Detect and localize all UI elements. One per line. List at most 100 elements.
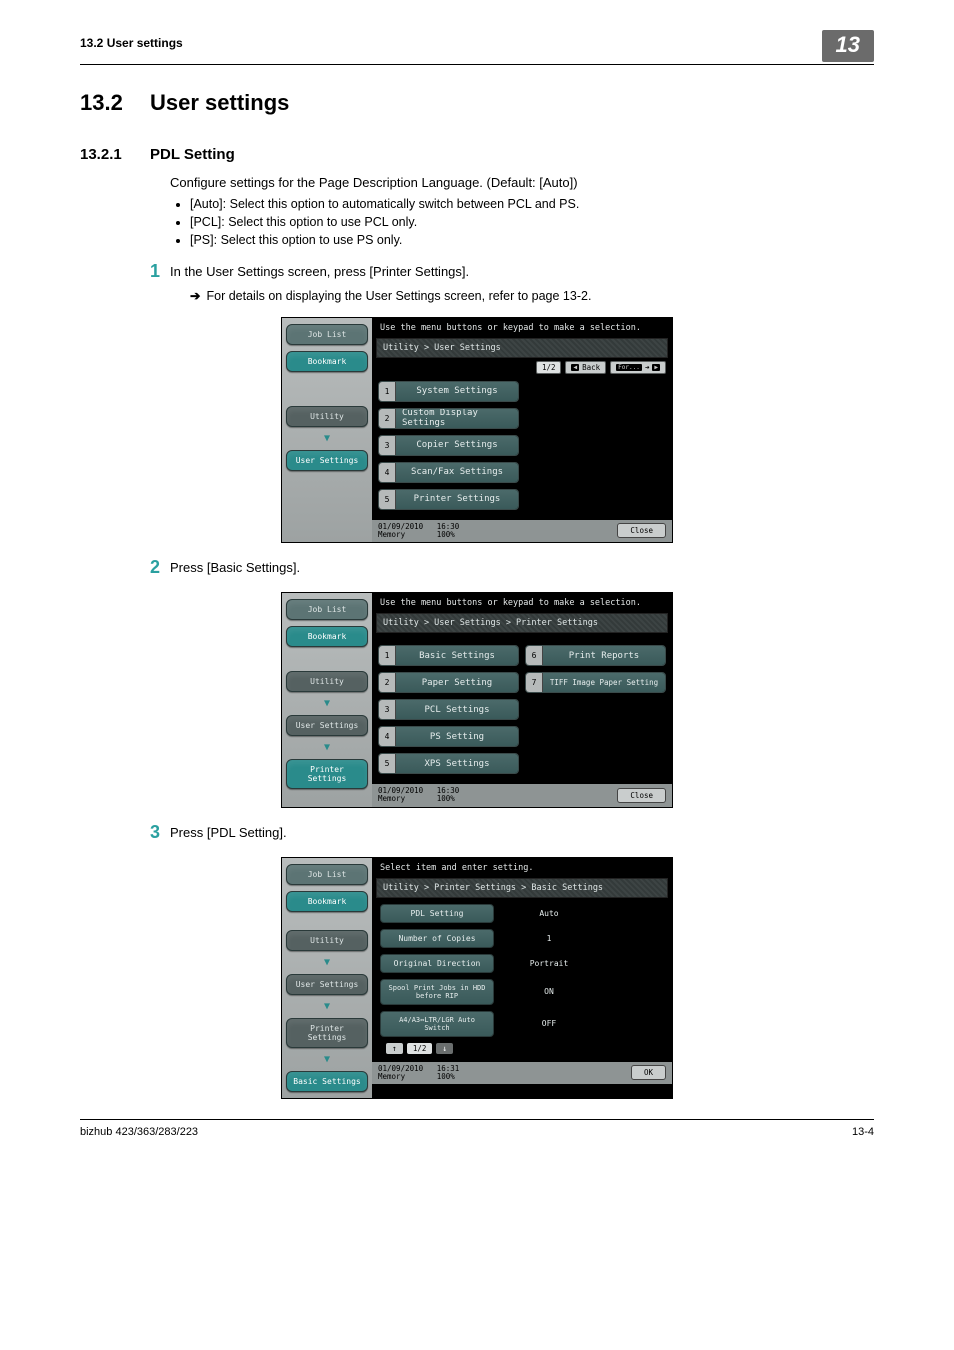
menu-item-tiff-paper[interactable]: 7TIFF Image Paper Setting <box>525 672 666 693</box>
page-down-button[interactable]: ↓ <box>436 1043 453 1054</box>
step: 1 In the User Settings screen, press [Pr… <box>80 261 874 282</box>
chevron-down-icon: ▼ <box>286 698 368 709</box>
bookmark-button[interactable]: Bookmark <box>286 351 368 372</box>
section-number: 13.2 <box>80 90 150 116</box>
status-mem-value: 100% <box>437 1072 455 1081</box>
device-screenshot-2: Job List Bookmark Utility ▼ User Setting… <box>281 592 673 808</box>
setting-row-spool[interactable]: Spool Print Jobs in HDD before RIPON <box>380 979 664 1005</box>
menu-item-xps-settings[interactable]: 5XPS Settings <box>378 753 519 774</box>
setting-row-direction[interactable]: Original DirectionPortrait <box>380 954 664 973</box>
subsection-number: 13.2.1 <box>80 146 150 163</box>
bullet-item: [PS]: Select this option to use PS only. <box>190 233 874 247</box>
status-mem-label: Memory <box>378 530 405 539</box>
bullet-list: [Auto]: Select this option to automatica… <box>190 197 874 247</box>
instruction-text: Use the menu buttons or keypad to make a… <box>372 318 672 336</box>
user-settings-crumb[interactable]: User Settings <box>286 974 368 995</box>
chevron-down-icon: ▼ <box>286 742 368 753</box>
breadcrumb: Utility > User Settings <box>376 338 668 358</box>
menu-item-custom-display[interactable]: 2Custom Display Settings <box>378 408 519 429</box>
page-indicator: 1/2 <box>407 1043 433 1054</box>
page-footer: bizhub 423/363/283/223 13-4 <box>80 1119 874 1138</box>
utility-crumb[interactable]: Utility <box>286 930 368 951</box>
page-nav: ↑ 1/2 ↓ <box>380 1043 664 1054</box>
status-mem-value: 100% <box>437 794 455 803</box>
user-settings-crumb[interactable]: User Settings <box>286 450 368 471</box>
running-header: 13.2 User settings 13 <box>80 30 874 65</box>
menu-item-printer-settings[interactable]: 5Printer Settings <box>378 489 519 510</box>
main-area: Use the menu buttons or keypad to make a… <box>372 593 672 807</box>
forward-button[interactable]: For...➜▶ <box>610 361 666 374</box>
subsection-title: PDL Setting <box>150 146 235 163</box>
utility-crumb[interactable]: Utility <box>286 671 368 692</box>
device-screenshot-1: Job List Bookmark Utility ▼ User Setting… <box>281 317 673 544</box>
side-column: Job List Bookmark Utility ▼ User Setting… <box>282 318 372 543</box>
step-text: Press [Basic Settings]. <box>170 557 300 575</box>
status-mem-label: Memory <box>378 1072 405 1081</box>
setting-row-autoswitch[interactable]: A4/A3⇔LTR/LGR Auto SwitchOFF <box>380 1011 664 1037</box>
menu-item-ps-setting[interactable]: 4PS Setting <box>378 726 519 747</box>
bookmark-button[interactable]: Bookmark <box>286 626 368 647</box>
status-bar: 01/09/2010 16:31 Memory 100% OK <box>372 1062 672 1085</box>
step-number: 2 <box>80 557 170 578</box>
chevron-down-icon: ▼ <box>286 1054 368 1065</box>
step-number: 3 <box>80 822 170 843</box>
subsection-heading: 13.2.1PDL Setting <box>80 146 874 163</box>
job-list-button[interactable]: Job List <box>286 599 368 620</box>
bullet-item: [PCL]: Select this option to use PCL onl… <box>190 215 874 229</box>
footer-page: 13-4 <box>852 1126 874 1138</box>
status-mem-label: Memory <box>378 794 405 803</box>
instruction-text: Use the menu buttons or keypad to make a… <box>372 593 672 611</box>
breadcrumb: Utility > User Settings > Printer Settin… <box>376 613 668 633</box>
chevron-down-icon: ▼ <box>286 1001 368 1012</box>
device-screenshot-3: Job List Bookmark Utility ▼ User Setting… <box>281 857 673 1099</box>
chevron-down-icon: ▼ <box>286 957 368 968</box>
step-number: 1 <box>80 261 170 282</box>
breadcrumb: Utility > Printer Settings > Basic Setti… <box>376 878 668 898</box>
footer-model: bizhub 423/363/283/223 <box>80 1126 198 1138</box>
menu-area: 1System Settings 2Custom Display Setting… <box>372 377 672 516</box>
bullet-item: [Auto]: Select this option to automatica… <box>190 197 874 211</box>
step-detail: ➔ For details on displaying the User Sett… <box>190 288 874 303</box>
main-area: Use the menu buttons or keypad to make a… <box>372 318 672 543</box>
menu-item-system-settings[interactable]: 1System Settings <box>378 381 519 402</box>
menu-area: 1Basic Settings 2Paper Setting 3PCL Sett… <box>372 641 672 780</box>
user-settings-crumb[interactable]: User Settings <box>286 715 368 736</box>
section-title: User settings <box>150 90 289 115</box>
bookmark-button[interactable]: Bookmark <box>286 891 368 912</box>
printer-settings-crumb[interactable]: Printer Settings <box>286 1018 368 1048</box>
step: 3 Press [PDL Setting]. <box>80 822 874 843</box>
section-heading: 13.2User settings <box>80 90 874 116</box>
setting-row-copies[interactable]: Number of Copies1 <box>380 929 664 948</box>
chevron-down-icon: ▼ <box>286 433 368 444</box>
menu-item-pcl-settings[interactable]: 3PCL Settings <box>378 699 519 720</box>
intro-text: Configure settings for the Page Descript… <box>170 173 874 193</box>
ok-button[interactable]: OK <box>631 1065 666 1080</box>
menu-item-print-reports[interactable]: 6Print Reports <box>525 645 666 666</box>
side-column: Job List Bookmark Utility ▼ User Setting… <box>282 593 372 807</box>
basic-settings-crumb[interactable]: Basic Settings <box>286 1071 368 1092</box>
close-button[interactable]: Close <box>617 523 666 538</box>
instruction-text: Select item and enter setting. <box>372 858 672 876</box>
menu-item-scan-fax[interactable]: 4Scan/Fax Settings <box>378 462 519 483</box>
menu-item-basic-settings[interactable]: 1Basic Settings <box>378 645 519 666</box>
step-text: Press [PDL Setting]. <box>170 822 287 840</box>
status-bar: 01/09/2010 16:30 Memory 100% Close <box>372 520 672 543</box>
main-area: Select item and enter setting. Utility >… <box>372 858 672 1098</box>
status-mem-value: 100% <box>437 530 455 539</box>
page-up-button[interactable]: ↑ <box>386 1043 403 1054</box>
menu-item-copier-settings[interactable]: 3Copier Settings <box>378 435 519 456</box>
close-button[interactable]: Close <box>617 788 666 803</box>
utility-crumb[interactable]: Utility <box>286 406 368 427</box>
job-list-button[interactable]: Job List <box>286 324 368 345</box>
step: 2 Press [Basic Settings]. <box>80 557 874 578</box>
arrow-icon: ➔ <box>190 289 200 303</box>
back-button[interactable]: ◀Back <box>565 361 606 374</box>
side-column: Job List Bookmark Utility ▼ User Setting… <box>282 858 372 1098</box>
printer-settings-crumb[interactable]: Printer Settings <box>286 759 368 789</box>
step-detail-text: For details on displaying the User Setti… <box>206 289 591 303</box>
setting-row-pdl[interactable]: PDL SettingAuto <box>380 904 664 923</box>
menu-item-paper-setting[interactable]: 2Paper Setting <box>378 672 519 693</box>
job-list-button[interactable]: Job List <box>286 864 368 885</box>
chapter-tab: 13 <box>822 30 874 62</box>
running-header-left: 13.2 User settings <box>80 30 183 50</box>
